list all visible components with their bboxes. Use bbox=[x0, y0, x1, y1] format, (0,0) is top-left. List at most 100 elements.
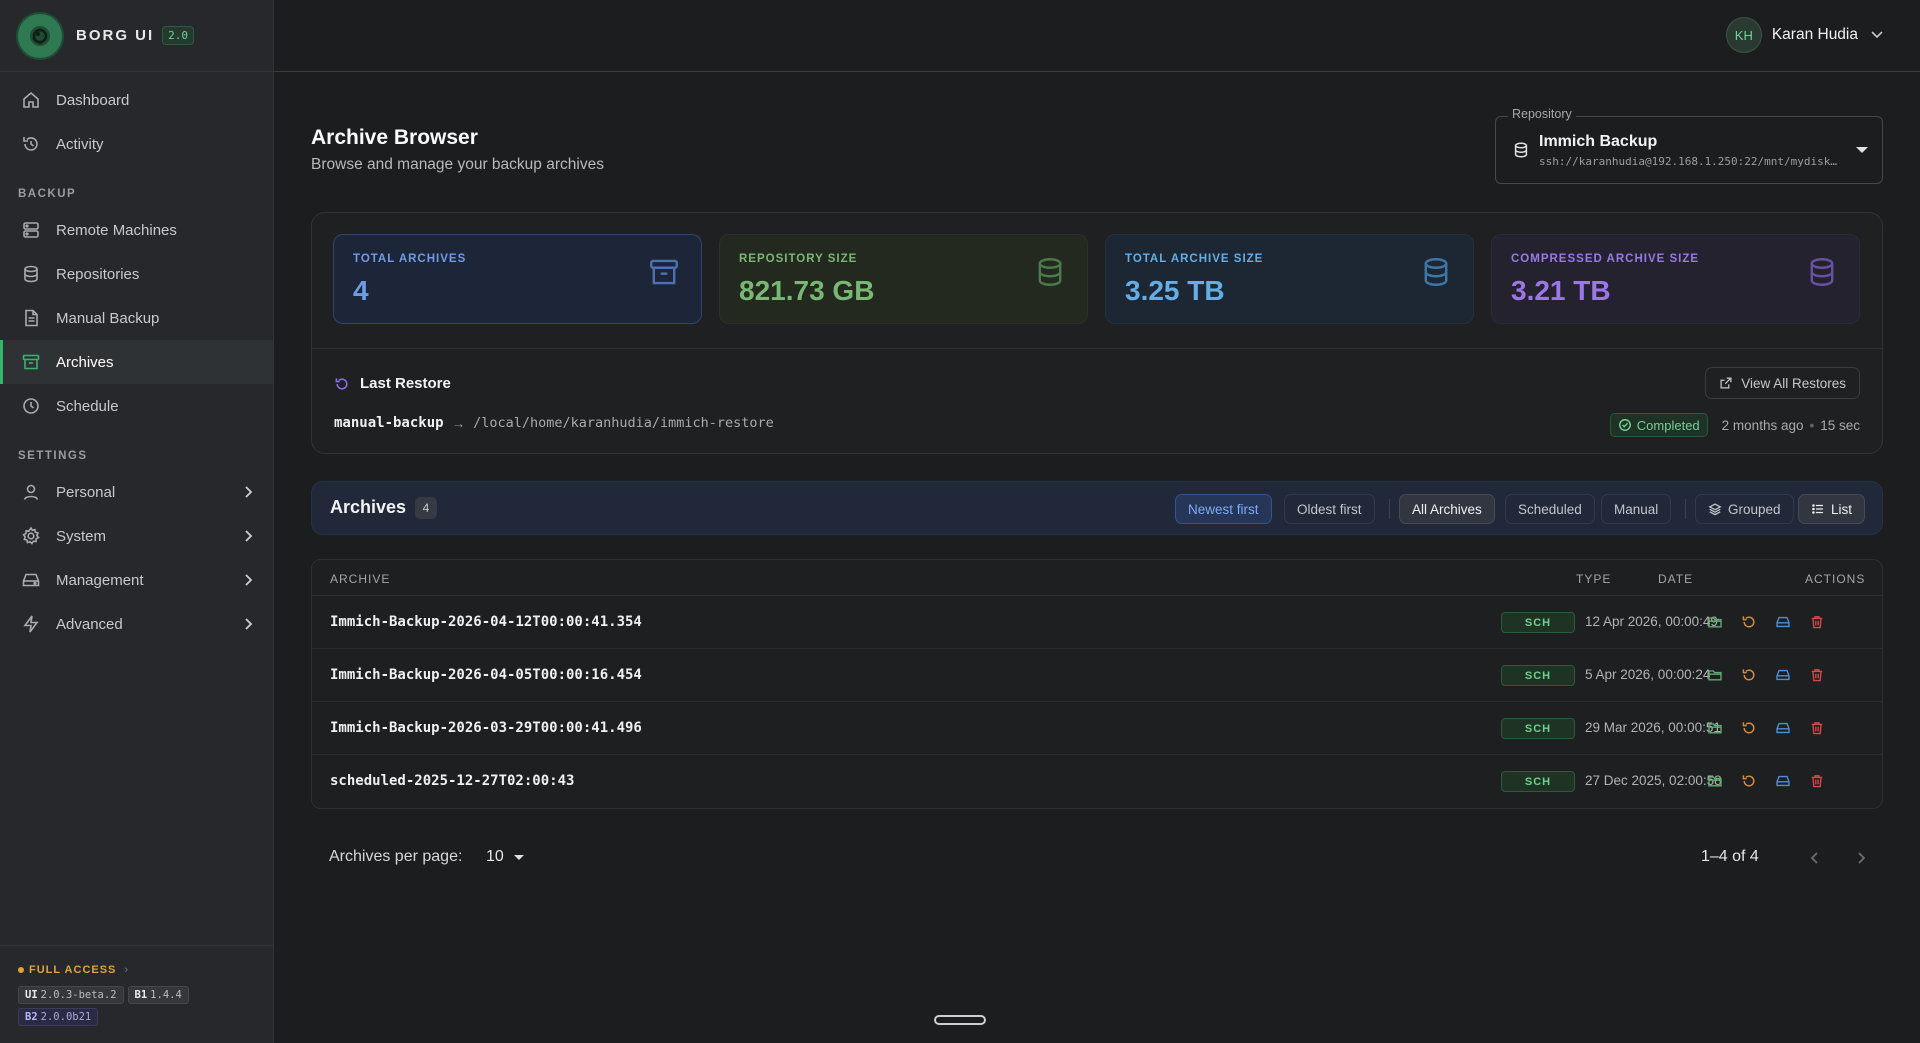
version-value: 1.4.4 bbox=[150, 989, 182, 1001]
file-icon bbox=[20, 307, 42, 329]
previous-page-button[interactable] bbox=[1802, 845, 1828, 871]
toolbar-divider bbox=[1389, 499, 1390, 519]
status-dot bbox=[18, 967, 24, 973]
archive-date: 12 Apr 2026, 00:00:49 bbox=[1585, 614, 1718, 629]
brand-name: BORG UI bbox=[76, 27, 155, 44]
sidebar-item-personal[interactable]: Personal bbox=[0, 470, 273, 514]
bolt-icon bbox=[20, 613, 42, 635]
delete-trash-icon[interactable] bbox=[1806, 770, 1828, 792]
repository-select[interactable]: Repository Immich Backup ssh://karanhudi… bbox=[1495, 107, 1883, 184]
database-icon bbox=[1419, 255, 1453, 293]
chevron-right-icon: › bbox=[124, 964, 130, 976]
access-level[interactable]: FULL ACCESS › bbox=[18, 964, 274, 976]
restore-icon[interactable] bbox=[1738, 611, 1760, 633]
browse-folder-icon[interactable] bbox=[1704, 770, 1726, 792]
user-icon bbox=[20, 481, 42, 503]
last-restore-title: Last Restore bbox=[360, 375, 451, 392]
archive-icon bbox=[647, 255, 681, 293]
filter-scheduled-button[interactable]: Scheduled bbox=[1505, 494, 1595, 524]
sidebar-item-label: System bbox=[56, 527, 107, 545]
type-badge: SCH bbox=[1501, 612, 1575, 633]
mount-drive-icon[interactable] bbox=[1772, 611, 1794, 633]
archive-icon bbox=[20, 351, 42, 373]
delete-trash-icon[interactable] bbox=[1806, 664, 1828, 686]
delete-trash-icon[interactable] bbox=[1806, 717, 1828, 739]
delete-trash-icon[interactable] bbox=[1806, 611, 1828, 633]
check-circle-icon bbox=[1618, 419, 1631, 431]
version-value: 2.0.0b21 bbox=[40, 1011, 92, 1023]
sidebar-item-remote-machines[interactable]: Remote Machines bbox=[0, 208, 273, 252]
browse-folder-icon[interactable] bbox=[1704, 611, 1726, 633]
sidebar-item-label: Activity bbox=[56, 135, 104, 153]
table-row[interactable]: Immich-Backup-2026-03-29T00:00:41.496 SC… bbox=[312, 702, 1882, 755]
version-key: UI bbox=[25, 989, 38, 1001]
toolbar-divider bbox=[1685, 499, 1686, 519]
user-name: Karan Hudia bbox=[1771, 26, 1858, 43]
sidebar-item-label: Management bbox=[56, 571, 144, 589]
table-row[interactable]: Immich-Backup-2026-04-12T00:00:41.354 SC… bbox=[312, 596, 1882, 649]
table-row[interactable]: scheduled-2025-12-27T02:00:43 SCH 27 Dec… bbox=[312, 755, 1882, 808]
view-grouped-button[interactable]: Grouped bbox=[1695, 494, 1794, 524]
table-row[interactable]: Immich-Backup-2026-04-05T00:00:16.454 SC… bbox=[312, 649, 1882, 702]
server-icon bbox=[20, 219, 42, 241]
sort-oldest-button[interactable]: Oldest first bbox=[1284, 494, 1375, 524]
version-key: B2 bbox=[25, 1011, 38, 1023]
browse-folder-icon[interactable] bbox=[1704, 717, 1726, 739]
sort-newest-button[interactable]: Newest first bbox=[1175, 494, 1272, 524]
rows-per-page-select[interactable]: 10 bbox=[486, 848, 524, 866]
restore-archive-name: manual-backup bbox=[334, 415, 444, 431]
layers-icon bbox=[1708, 503, 1722, 516]
sidebar-item-label: Repositories bbox=[56, 265, 140, 283]
restore-icon[interactable] bbox=[1738, 717, 1760, 739]
scroll-handle[interactable] bbox=[934, 1015, 986, 1025]
sidebar-nav: Dashboard Activity BACKUP Remote Machine… bbox=[0, 72, 273, 646]
row-actions bbox=[1704, 770, 1828, 792]
arrow-right-icon: → bbox=[451, 415, 466, 431]
sidebar-item-advanced[interactable]: Advanced bbox=[0, 602, 273, 646]
sidebar-footer: FULL ACCESS › UI 2.0.3-beta.2 B1 1.4.4 B2 2… bbox=[0, 945, 274, 1043]
view-all-restores-button[interactable]: View All Restores bbox=[1705, 367, 1860, 399]
chevron-right-icon bbox=[245, 530, 253, 542]
chevron-right-icon bbox=[1858, 852, 1866, 864]
filter-manual-button[interactable]: Manual bbox=[1601, 494, 1672, 524]
restore-destination-path: /local/home/karanhudia/immich-restore bbox=[473, 415, 774, 431]
chevron-right-icon bbox=[245, 574, 253, 586]
archives-toolbar: Archives 4 Newest first Oldest first All… bbox=[311, 481, 1883, 535]
last-restore-detail: manual-backup → /local/home/karanhudia/i… bbox=[334, 415, 774, 431]
caret-down-icon bbox=[1856, 147, 1868, 153]
sidebar-item-management[interactable]: Management bbox=[0, 558, 273, 602]
filter-all-archives-button[interactable]: All Archives bbox=[1399, 494, 1495, 524]
chevron-right-icon bbox=[245, 618, 253, 630]
access-label: FULL ACCESS bbox=[29, 964, 117, 976]
mount-drive-icon[interactable] bbox=[1772, 770, 1794, 792]
column-header-actions: ACTIONS bbox=[1805, 572, 1866, 586]
sidebar-item-system[interactable]: System bbox=[0, 514, 273, 558]
version-value: 2.0.3-beta.2 bbox=[40, 989, 117, 1001]
nav-section-backup: BACKUP bbox=[18, 188, 77, 200]
rows-per-page-label: Archives per page: bbox=[329, 848, 463, 865]
view-list-button[interactable]: List bbox=[1798, 494, 1866, 524]
restore-icon[interactable] bbox=[1738, 664, 1760, 686]
last-restore-meta: Completed 2 months ago • 15 sec bbox=[1609, 413, 1860, 437]
sidebar-item-repositories[interactable]: Repositories bbox=[0, 252, 273, 296]
archive-name: Immich-Backup-2026-04-05T00:00:16.454 bbox=[330, 667, 642, 683]
user-menu[interactable]: KH Karan Hudia bbox=[1725, 17, 1884, 53]
sidebar-item-schedule[interactable]: Schedule bbox=[0, 384, 273, 428]
next-page-button[interactable] bbox=[1848, 845, 1874, 871]
browse-folder-icon[interactable] bbox=[1704, 664, 1726, 686]
chevron-down-icon bbox=[1871, 31, 1883, 39]
logo[interactable] bbox=[18, 13, 62, 58]
list-icon bbox=[1812, 504, 1823, 514]
last-restore-heading: Last Restore bbox=[334, 375, 451, 392]
restore-icon[interactable] bbox=[1738, 770, 1760, 792]
sidebar-item-activity[interactable]: Activity bbox=[0, 122, 273, 166]
sidebar-item-manual-backup[interactable]: Manual Backup bbox=[0, 296, 273, 340]
sidebar-item-archives[interactable]: Archives bbox=[0, 340, 273, 384]
sidebar-item-dashboard[interactable]: Dashboard bbox=[0, 78, 273, 122]
sidebar-item-label: Schedule bbox=[56, 397, 119, 415]
brand: BORG UI 2.0 bbox=[0, 0, 273, 72]
sidebar-item-label: Personal bbox=[56, 483, 116, 501]
mount-drive-icon[interactable] bbox=[1772, 664, 1794, 686]
sidebar-item-label: Dashboard bbox=[56, 91, 130, 109]
mount-drive-icon[interactable] bbox=[1772, 717, 1794, 739]
